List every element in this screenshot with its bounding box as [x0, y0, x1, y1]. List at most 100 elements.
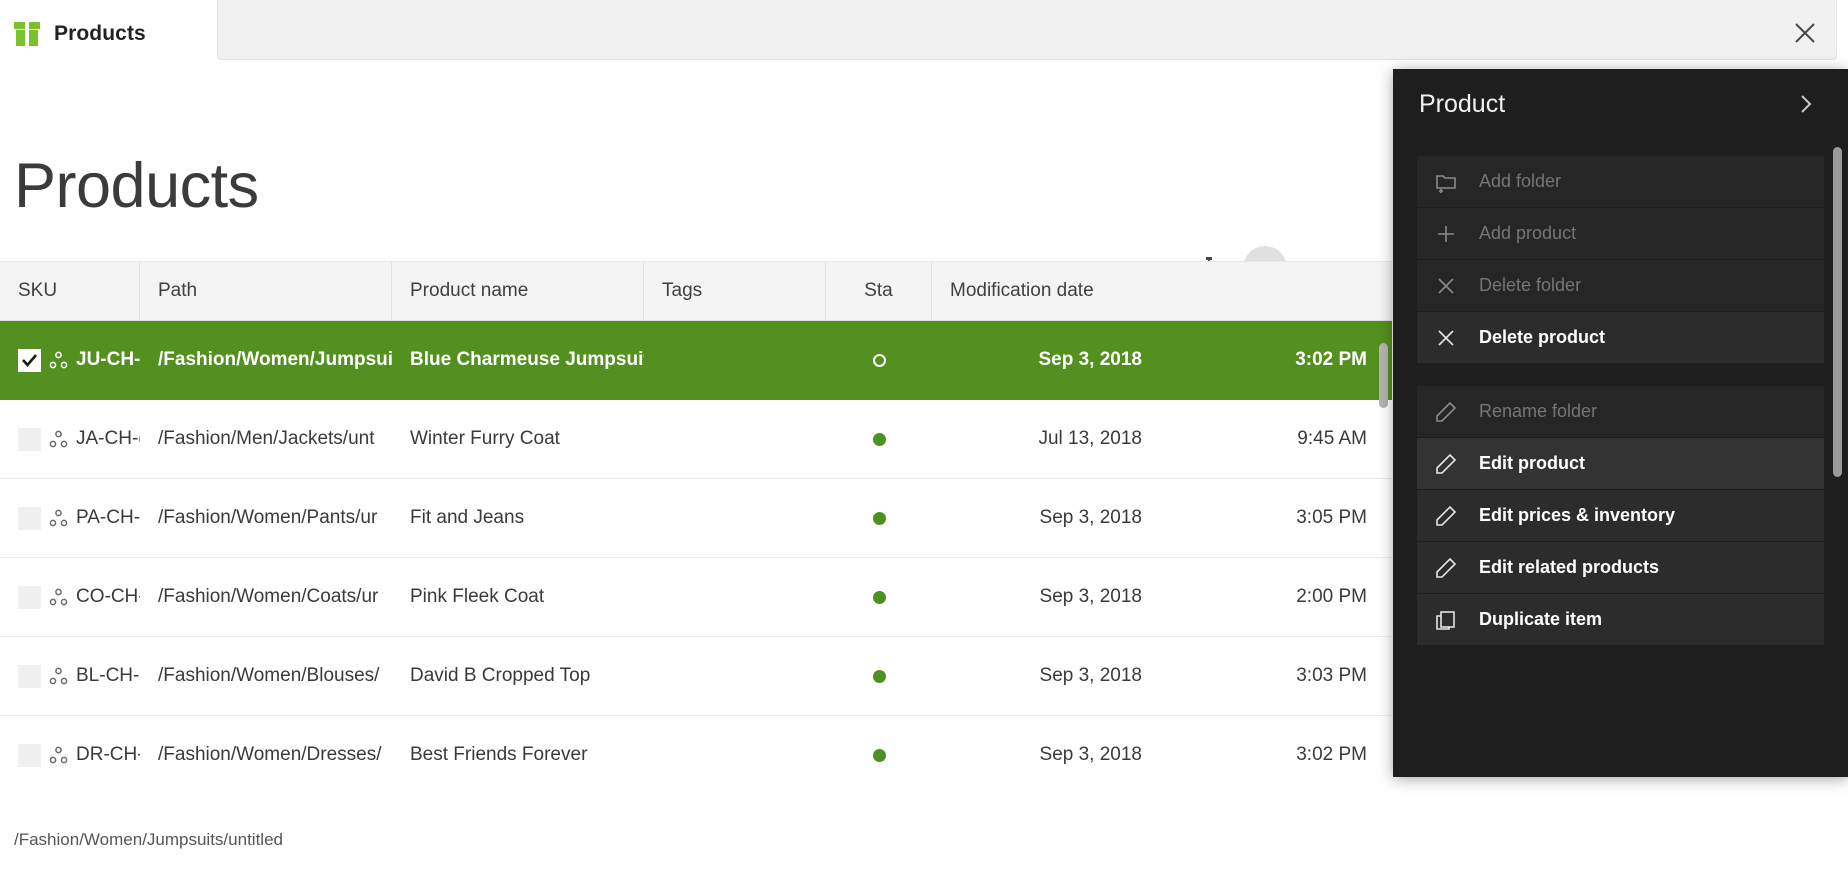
cell-path: /Fashion/Women/Jumpsui — [158, 349, 392, 370]
cell-modification-date: Sep 3, 2018 — [1039, 586, 1142, 607]
table-row[interactable]: JA-CH-(/Fashion/Men/Jackets/unt Winter Fu… — [0, 400, 1392, 479]
plus-icon — [1435, 223, 1457, 245]
table-row[interactable]: BL-CH-(/Fashion/Women/Blouses/David B Cr… — [0, 637, 1392, 716]
column-header-name[interactable]: Product name — [392, 262, 644, 320]
context-menu-item-edit-related-products[interactable]: Edit related products — [1417, 542, 1824, 594]
variants-dots-icon — [48, 587, 69, 608]
cell-status — [826, 432, 932, 446]
column-header-sku[interactable]: SKU — [0, 262, 140, 320]
cell-sku[interactable]: JA-CH-( — [0, 427, 140, 451]
cell-product-name: Pink Fleek Coat — [410, 586, 545, 607]
column-header-tags[interactable]: Tags — [644, 262, 826, 320]
page-title: Products — [14, 151, 259, 221]
close-button[interactable] — [1784, 12, 1826, 54]
cell-product-name: Fit and Jeans — [410, 507, 525, 528]
cell-status — [826, 353, 932, 367]
column-header-path[interactable]: Path — [140, 262, 392, 320]
sku-text: JU-CH-( — [76, 349, 140, 370]
table-row[interactable]: CO-CH-( /Fashion/Women/Coats/ur Pink Fleek… — [0, 558, 1392, 637]
status-dot-icon — [872, 353, 886, 367]
cell-modification-time: 3:02 PM — [1296, 744, 1367, 765]
row-checkbox[interactable] — [18, 348, 41, 372]
sku-text: BL-CH-( — [76, 665, 140, 686]
cell-modification-date: Jul 13, 2018 — [1038, 428, 1142, 449]
cell-path: /Fashion/Women/Coats/ur — [158, 586, 379, 607]
cell-sku[interactable]: JU-CH-( — [0, 348, 140, 372]
cell-path: /Fashion/Women/Dresses/ — [158, 744, 382, 765]
cell-sku[interactable]: DR-CH-( — [0, 743, 140, 767]
status-dot-icon — [872, 511, 886, 525]
products-box-icon — [14, 22, 40, 46]
grid-scroll-thumb[interactable] — [1379, 343, 1388, 408]
cell-modification-time: 3:03 PM — [1296, 665, 1367, 686]
column-header-time[interactable] — [1160, 262, 1385, 320]
cell-sku[interactable]: PA-CH-( — [0, 506, 140, 530]
cell-product-name: Blue Charmeuse Jumpsuit — [410, 349, 644, 370]
status-dot-icon — [872, 669, 886, 683]
variants-dots-icon — [48, 745, 69, 766]
cell-status — [826, 511, 932, 525]
table-row[interactable]: JU-CH-( /Fashion/Women/Jumpsui Blue Charme… — [0, 321, 1392, 400]
context-panel-header: Product — [1393, 69, 1848, 139]
context-menu-item-label: Delete product — [1479, 327, 1606, 347]
status-dot-icon — [872, 432, 886, 446]
status-bar: /Fashion/Women/Jumpsuits/untitled — [0, 788, 1392, 884]
pencil-icon — [1435, 505, 1457, 527]
context-menu-item-delete-product[interactable]: Delete product — [1417, 312, 1824, 364]
grid-vertical-scrollbar[interactable] — [1379, 321, 1388, 788]
brand-area: Products — [14, 14, 146, 54]
pencil-icon — [1435, 453, 1457, 475]
context-panel-scrollbar[interactable] — [1833, 147, 1842, 737]
tab-panel — [217, 0, 1837, 60]
sku-text: CO-CH-( — [76, 586, 140, 607]
table-row[interactable]: DR-CH-( /Fashion/Women/Dresses/Best Frien… — [0, 716, 1392, 788]
add-folder-icon — [1435, 171, 1457, 193]
products-grid: SKU Path Product name Tags Sta Modificat… — [0, 261, 1392, 788]
row-checkbox[interactable] — [18, 664, 41, 688]
duplicate-icon — [1435, 609, 1457, 631]
cell-modification-date: Sep 3, 2018 — [1039, 744, 1142, 765]
grid-header-row: SKU Path Product name Tags Sta Modificat… — [0, 261, 1392, 321]
context-panel-scroll-thumb[interactable] — [1833, 147, 1842, 477]
cell-path: /Fashion/Women/Blouses/ — [158, 665, 380, 686]
row-checkbox[interactable] — [18, 743, 41, 767]
cell-sku[interactable]: BL-CH-( — [0, 664, 140, 688]
status-path-text: /Fashion/Women/Jumpsuits/untitled — [14, 830, 283, 849]
grid-body: SKU Path Product name Tags Sta Modificat… — [0, 261, 1392, 788]
context-menu-group: Rename folder Edit product Edit prices & i… — [1417, 386, 1824, 646]
row-checkbox[interactable] — [18, 427, 41, 451]
product-context-panel: Product Add folder Add product Delete fold… — [1393, 69, 1848, 777]
cell-status — [826, 748, 932, 762]
cell-modification-date: Sep 3, 2018 — [1039, 507, 1142, 528]
cell-modification-time: 3:05 PM — [1296, 507, 1367, 528]
cell-path: /Fashion/Women/Pants/ur — [158, 507, 378, 528]
context-menu-item-duplicate-item[interactable]: Duplicate item — [1417, 594, 1824, 646]
column-header-date[interactable]: Modification date — [932, 262, 1160, 320]
context-menu-item-label: Add folder — [1479, 171, 1562, 191]
sku-text: PA-CH-( — [76, 507, 140, 528]
context-menu-item-edit-prices-inventory[interactable]: Edit prices & inventory — [1417, 490, 1824, 542]
variants-dots-icon — [48, 429, 69, 450]
row-checkbox[interactable] — [18, 585, 41, 609]
context-menu-item-label: Rename folder — [1479, 401, 1598, 421]
context-menu-item-add-folder: Add folder — [1417, 156, 1824, 208]
status-dot-icon — [872, 590, 886, 604]
close-icon — [1795, 23, 1815, 43]
context-menu-item-label: Add product — [1479, 223, 1577, 243]
cell-sku[interactable]: CO-CH-( — [0, 585, 140, 609]
variants-dots-icon — [48, 508, 69, 529]
pencil-icon — [1435, 401, 1457, 423]
row-checkbox[interactable] — [18, 506, 41, 530]
grid-rows: JU-CH-( /Fashion/Women/Jumpsui Blue Charme… — [0, 321, 1392, 788]
application-window: Products Products SKU Path Product name … — [0, 0, 1848, 884]
chevron-right-icon[interactable] — [1798, 93, 1814, 115]
context-menu-item-edit-product[interactable]: Edit product — [1417, 438, 1824, 490]
table-row[interactable]: PA-CH-( /Fashion/Women/Pants/ur Fit and Je… — [0, 479, 1392, 558]
cell-path: /Fashion/Men/Jackets/unt — [158, 428, 375, 449]
cell-product-name: Best Friends Forever — [410, 744, 588, 765]
pencil-icon — [1435, 557, 1457, 579]
column-header-status[interactable]: Sta — [826, 262, 932, 320]
context-menu-group: Add folder Add product Delete folder Delete… — [1417, 156, 1824, 364]
cell-modification-date: Sep 3, 2018 — [1038, 349, 1142, 370]
context-menu-item-label: Edit product — [1479, 453, 1585, 473]
